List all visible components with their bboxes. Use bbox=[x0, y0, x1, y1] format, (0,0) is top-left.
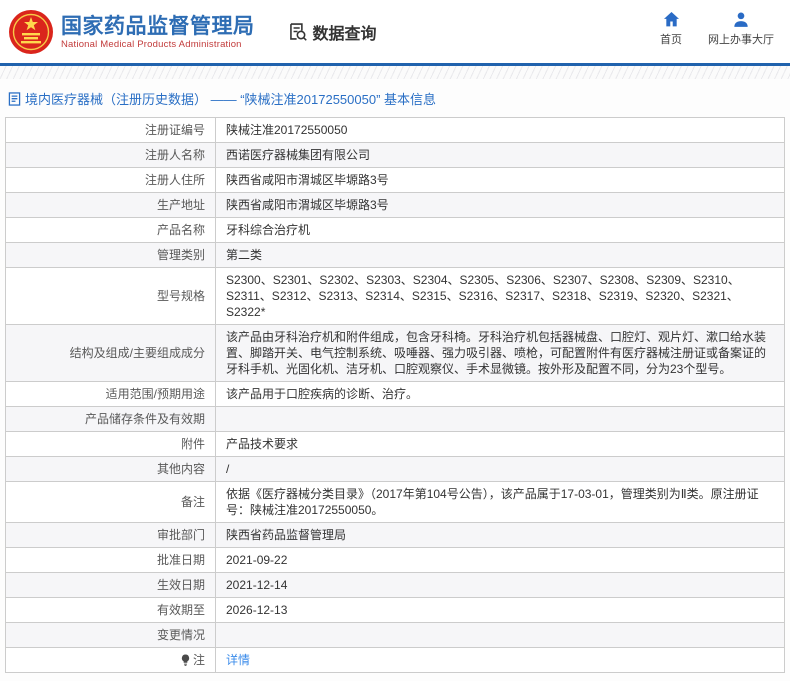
table-row: 适用范围/预期用途该产品用于口腔疾病的诊断、治疗。 bbox=[6, 382, 785, 407]
table-row: 批准日期2021-09-22 bbox=[6, 548, 785, 573]
row-label: 产品名称 bbox=[6, 218, 216, 243]
row-value: 西诺医疗器械集团有限公司 bbox=[216, 143, 785, 168]
table-row: 生效日期2021-12-14 bbox=[6, 573, 785, 598]
page-title-text: 境内医疗器械（注册历史数据） —— “陕械注准20172550050” 基本信息 bbox=[25, 89, 436, 108]
row-label: 生效日期 bbox=[6, 573, 216, 598]
row-value: 该产品用于口腔疾病的诊断、治疗。 bbox=[216, 382, 785, 407]
row-value: 详情 bbox=[216, 648, 785, 673]
row-label: 注册证编号 bbox=[6, 118, 216, 143]
table-row: 其他内容/ bbox=[6, 457, 785, 482]
row-label: 其他内容 bbox=[6, 457, 216, 482]
table-row: 注册人住所陕西省咸阳市渭城区毕塬路3号 bbox=[6, 168, 785, 193]
nav-home-label: 首页 bbox=[660, 31, 682, 47]
org-subtitle: National Medical Products Administration bbox=[61, 39, 255, 50]
row-label: 注册人住所 bbox=[6, 168, 216, 193]
info-table-body: 注册证编号陕械注准20172550050注册人名称西诺医疗器械集团有限公司注册人… bbox=[6, 118, 785, 673]
row-value bbox=[216, 623, 785, 648]
row-value: 依据《医疗器械分类目录》（2017年第104号公告），该产品属于17-03-01… bbox=[216, 482, 785, 523]
row-label: 有效期至 bbox=[6, 598, 216, 623]
row-label: 变更情况 bbox=[6, 623, 216, 648]
row-value: 2021-09-22 bbox=[216, 548, 785, 573]
main-content: 境内医疗器械（注册历史数据） —— “陕械注准20172550050” 基本信息… bbox=[0, 79, 790, 681]
header-nav: 首页 网上办事大厅 bbox=[660, 12, 774, 47]
user-icon bbox=[733, 12, 749, 27]
table-row: 注详情 bbox=[6, 648, 785, 673]
data-query-nav[interactable]: 数据查询 bbox=[287, 20, 377, 44]
nav-service-hall[interactable]: 网上办事大厅 bbox=[708, 12, 774, 47]
table-row: 注册人名称西诺医疗器械集团有限公司 bbox=[6, 143, 785, 168]
site-header: 国家药品监督管理局 National Medical Products Admi… bbox=[0, 0, 790, 63]
row-value: 牙科综合治疗机 bbox=[216, 218, 785, 243]
row-label: 注册人名称 bbox=[6, 143, 216, 168]
home-icon bbox=[663, 12, 680, 27]
row-label: 备注 bbox=[6, 482, 216, 523]
row-value: 陕西省咸阳市渭城区毕塬路3号 bbox=[216, 193, 785, 218]
row-value: 产品技术要求 bbox=[216, 432, 785, 457]
china-national-emblem-icon bbox=[8, 9, 54, 55]
org-title: 国家药品监督管理局 bbox=[61, 14, 255, 39]
row-label: 附件 bbox=[6, 432, 216, 457]
details-link[interactable]: 详情 bbox=[226, 653, 250, 667]
row-value: 陕西省咸阳市渭城区毕塬路3号 bbox=[216, 168, 785, 193]
row-label: 生产地址 bbox=[6, 193, 216, 218]
row-value: S2300、S2301、S2302、S2303、S2304、S2305、S230… bbox=[216, 268, 785, 325]
nav-hall-label: 网上办事大厅 bbox=[708, 31, 774, 47]
row-label: 产品储存条件及有效期 bbox=[6, 407, 216, 432]
row-label: 管理类别 bbox=[6, 243, 216, 268]
table-row: 型号规格S2300、S2301、S2302、S2303、S2304、S2305、… bbox=[6, 268, 785, 325]
site-logo[interactable]: 国家药品监督管理局 National Medical Products Admi… bbox=[8, 9, 255, 55]
page-title: 境内医疗器械（注册历史数据） —— “陕械注准20172550050” 基本信息 bbox=[5, 79, 785, 117]
data-query-label: 数据查询 bbox=[313, 20, 377, 44]
row-label: 型号规格 bbox=[6, 268, 216, 325]
table-row: 备注依据《医疗器械分类目录》（2017年第104号公告），该产品属于17-03-… bbox=[6, 482, 785, 523]
row-value: 陕西省药品监督管理局 bbox=[216, 523, 785, 548]
row-value: / bbox=[216, 457, 785, 482]
row-value: 陕械注准20172550050 bbox=[216, 118, 785, 143]
document-search-icon bbox=[287, 21, 313, 42]
table-row: 注册证编号陕械注准20172550050 bbox=[6, 118, 785, 143]
info-table: 注册证编号陕械注准20172550050注册人名称西诺医疗器械集团有限公司注册人… bbox=[5, 117, 785, 673]
bulb-icon bbox=[180, 654, 191, 666]
table-row: 变更情况 bbox=[6, 623, 785, 648]
nav-home[interactable]: 首页 bbox=[660, 12, 682, 47]
table-row: 产品名称牙科综合治疗机 bbox=[6, 218, 785, 243]
table-row: 审批部门陕西省药品监督管理局 bbox=[6, 523, 785, 548]
row-label: 适用范围/预期用途 bbox=[6, 382, 216, 407]
table-row: 生产地址陕西省咸阳市渭城区毕塬路3号 bbox=[6, 193, 785, 218]
row-label: 审批部门 bbox=[6, 523, 216, 548]
document-icon bbox=[8, 92, 25, 106]
hatch-strip bbox=[0, 66, 790, 79]
table-row: 产品储存条件及有效期 bbox=[6, 407, 785, 432]
row-value: 2021-12-14 bbox=[216, 573, 785, 598]
row-value bbox=[216, 407, 785, 432]
row-value: 2026-12-13 bbox=[216, 598, 785, 623]
row-value: 该产品由牙科治疗机和附件组成，包含牙科椅。牙科治疗机包括器械盘、口腔灯、观片灯、… bbox=[216, 325, 785, 382]
table-row: 结构及组成/主要组成成分该产品由牙科治疗机和附件组成，包含牙科椅。牙科治疗机包括… bbox=[6, 325, 785, 382]
row-label: 结构及组成/主要组成成分 bbox=[6, 325, 216, 382]
row-label: 注 bbox=[6, 648, 216, 673]
table-row: 管理类别第二类 bbox=[6, 243, 785, 268]
table-row: 附件产品技术要求 bbox=[6, 432, 785, 457]
table-row: 有效期至2026-12-13 bbox=[6, 598, 785, 623]
row-value: 第二类 bbox=[216, 243, 785, 268]
row-label: 批准日期 bbox=[6, 548, 216, 573]
